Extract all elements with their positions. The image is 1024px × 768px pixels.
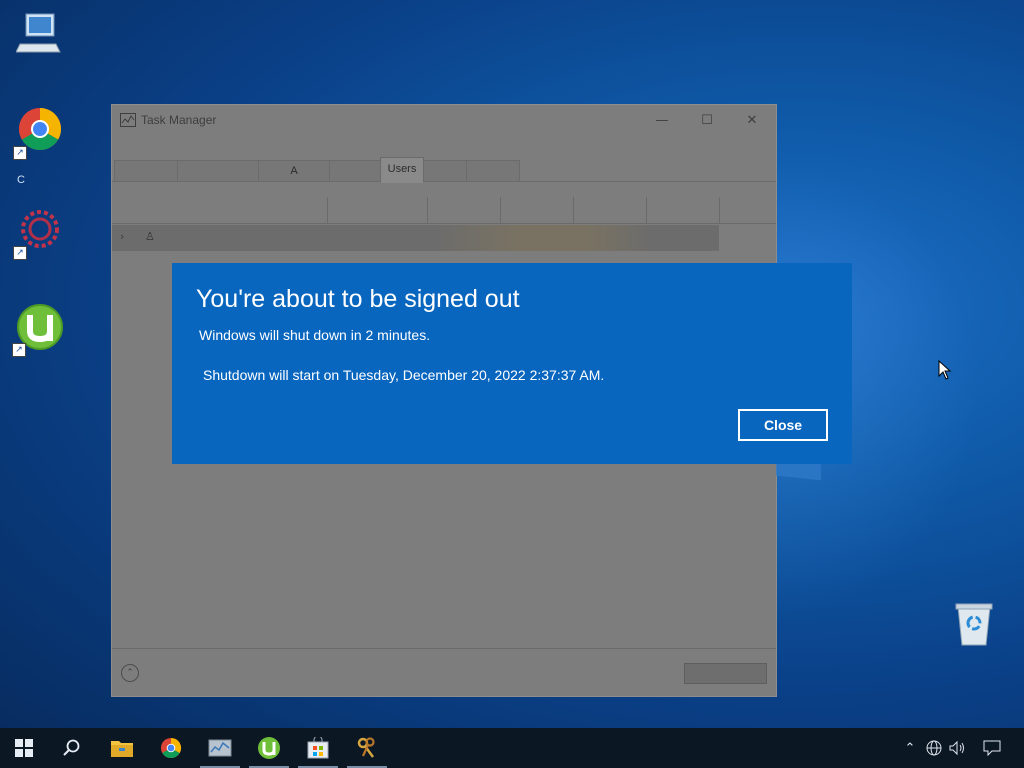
column-separator[interactable] <box>719 197 720 223</box>
task-manager-icon <box>120 113 136 127</box>
tab-startup[interactable] <box>329 160 381 182</box>
shutdown-time-text: Shutdown will start on Tuesday, December… <box>203 367 605 383</box>
tab-services[interactable] <box>466 160 520 182</box>
taskbar: ⌃ <box>0 728 1024 768</box>
recycle-bin-icon[interactable] <box>954 601 994 647</box>
file-explorer-icon[interactable] <box>98 728 146 768</box>
window-title: Task Manager <box>141 113 217 127</box>
volume-icon[interactable] <box>946 728 970 768</box>
start-icon[interactable] <box>0 728 48 768</box>
column-separator[interactable] <box>427 197 428 223</box>
this-pc-icon[interactable] <box>15 10 66 60</box>
disconnect-button[interactable] <box>684 663 767 684</box>
maximize-button[interactable]: ☐ <box>687 109 727 133</box>
expand-chevron-icon[interactable]: › <box>120 230 124 243</box>
chrome-desktop-icon[interactable]: ↗ <box>13 106 67 160</box>
search-icon[interactable] <box>48 728 96 768</box>
minimize-button[interactable]: — <box>642 109 682 133</box>
task-manager-footer: ⌃ <box>112 648 776 697</box>
shortcut-arrow-icon: ↗ <box>12 343 26 357</box>
dialog-title: You're about to be signed out <box>196 285 520 313</box>
tab-details[interactable] <box>423 160 467 182</box>
column-separator[interactable] <box>500 197 501 223</box>
usage-highlight <box>432 225 652 251</box>
tab-performance[interactable] <box>177 160 259 182</box>
utorrent-desktop-icon[interactable]: ↗ <box>12 303 66 357</box>
close-button[interactable]: Close <box>738 409 828 441</box>
column-separator[interactable] <box>646 197 647 223</box>
fewer-details-chevron-icon[interactable]: ⌃ <box>121 664 139 682</box>
settings-gear-desktop-icon[interactable]: ↗ <box>13 206 67 260</box>
chrome-icon[interactable] <box>147 728 195 768</box>
task-manager-titlebar[interactable]: Task Manager — ☐ ✕ <box>112 105 776 137</box>
mouse-pointer-icon <box>938 360 952 380</box>
column-header-row <box>112 197 776 224</box>
microsoft-store-icon[interactable] <box>294 728 342 768</box>
table-row[interactable]: › ♙ <box>112 225 719 251</box>
task-manager-taskbar-icon[interactable] <box>196 728 244 768</box>
column-separator[interactable] <box>327 197 328 223</box>
network-globe-icon[interactable] <box>922 728 946 768</box>
shutdown-countdown-text: Windows will shut down in 2 minutes. <box>199 327 431 343</box>
signed-out-dialog: You're about to be signed out Windows wi… <box>172 263 852 464</box>
tab-processes[interactable] <box>114 160 178 182</box>
column-separator[interactable] <box>573 197 574 223</box>
tab-users[interactable]: Users <box>380 157 424 183</box>
shortcut-arrow-icon: ↗ <box>13 146 27 160</box>
show-hidden-icons-chevron[interactable]: ⌃ <box>898 728 922 768</box>
close-window-button[interactable]: ✕ <box>732 109 772 133</box>
utorrent-icon[interactable] <box>245 728 293 768</box>
tab-app-history[interactable]: A <box>258 160 330 182</box>
shortcut-arrow-icon: ↗ <box>13 246 27 260</box>
keys-app-icon[interactable] <box>343 728 391 768</box>
tab-bar: A Users <box>112 157 776 183</box>
action-center-icon[interactable] <box>978 728 1006 768</box>
user-icon: ♙ <box>145 230 155 243</box>
desktop-partial-label: C <box>17 174 25 186</box>
